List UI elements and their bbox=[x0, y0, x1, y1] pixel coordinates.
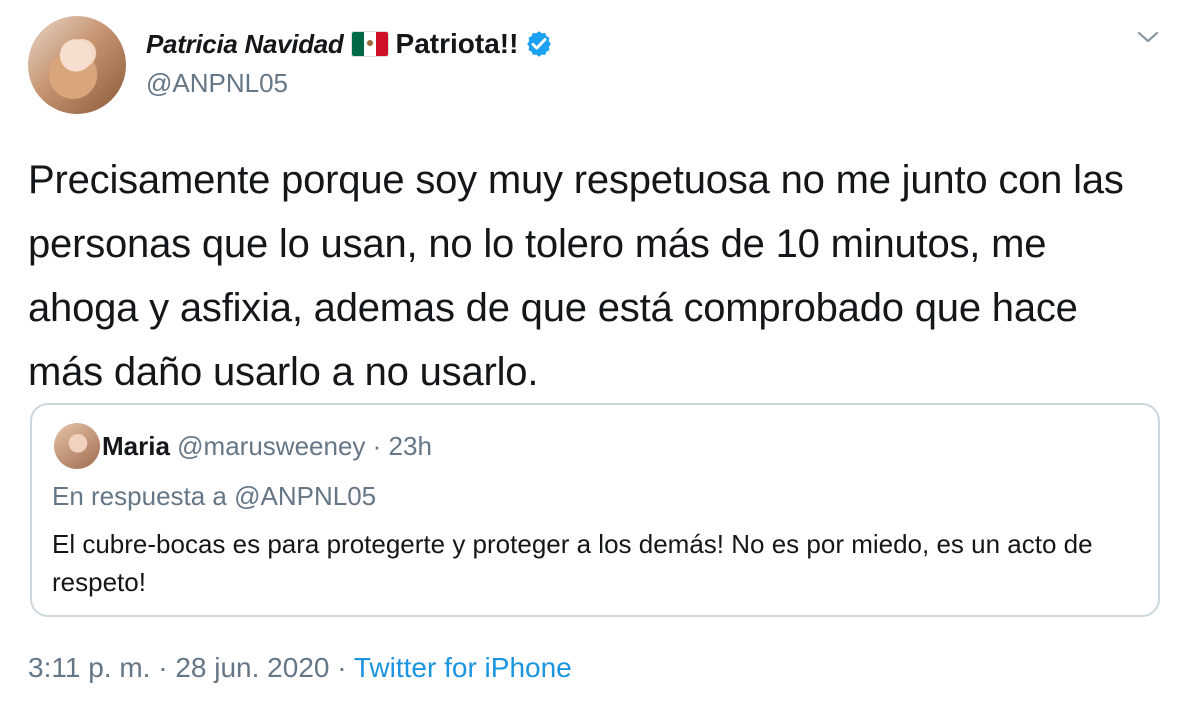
tweet-text: Precisamente porque soy muy respetuosa n… bbox=[28, 158, 1124, 394]
quoted-tweet-header: Maria @marusweeney · 23h bbox=[102, 431, 432, 462]
author-handle[interactable]: @ANPNL05 bbox=[146, 68, 288, 99]
tweet-time[interactable]: 3:11 p. m. bbox=[28, 652, 150, 683]
quoted-author-name[interactable]: Maria bbox=[102, 431, 170, 461]
author-name-suffix[interactable]: Patriota!! bbox=[396, 28, 519, 60]
verified-badge-icon bbox=[524, 29, 554, 59]
mexico-flag-icon bbox=[350, 31, 389, 57]
author-display-name[interactable]: Patricia Navidad bbox=[146, 29, 344, 60]
quoted-tweet[interactable]: Maria @marusweeney · 23h En respuesta a … bbox=[30, 403, 1160, 617]
quoted-tweet-time[interactable]: 23h bbox=[389, 431, 432, 461]
author-name-row[interactable]: Patricia Navidad Patriota!! bbox=[146, 24, 554, 64]
quoted-author-handle[interactable]: @marusweeney bbox=[177, 431, 365, 461]
footer-separator: · bbox=[158, 652, 168, 683]
meta-separator: · bbox=[372, 431, 382, 461]
tweet-date[interactable]: 28 jun. 2020 bbox=[175, 652, 329, 683]
author-avatar[interactable] bbox=[28, 16, 126, 114]
chevron-down-icon[interactable] bbox=[1136, 28, 1160, 46]
tweet-footer: 3:11 p. m. · 28 jun. 2020 · Twitter for … bbox=[28, 652, 572, 684]
footer-separator-2: · bbox=[337, 652, 347, 683]
reply-context: En respuesta a @ANPNL05 bbox=[52, 481, 377, 511]
tweet-source-link[interactable]: Twitter for iPhone bbox=[354, 652, 572, 683]
quoted-tweet-text: El cubre-bocas es para protegerte y prot… bbox=[52, 529, 1093, 597]
quoted-author-avatar[interactable] bbox=[54, 423, 100, 469]
